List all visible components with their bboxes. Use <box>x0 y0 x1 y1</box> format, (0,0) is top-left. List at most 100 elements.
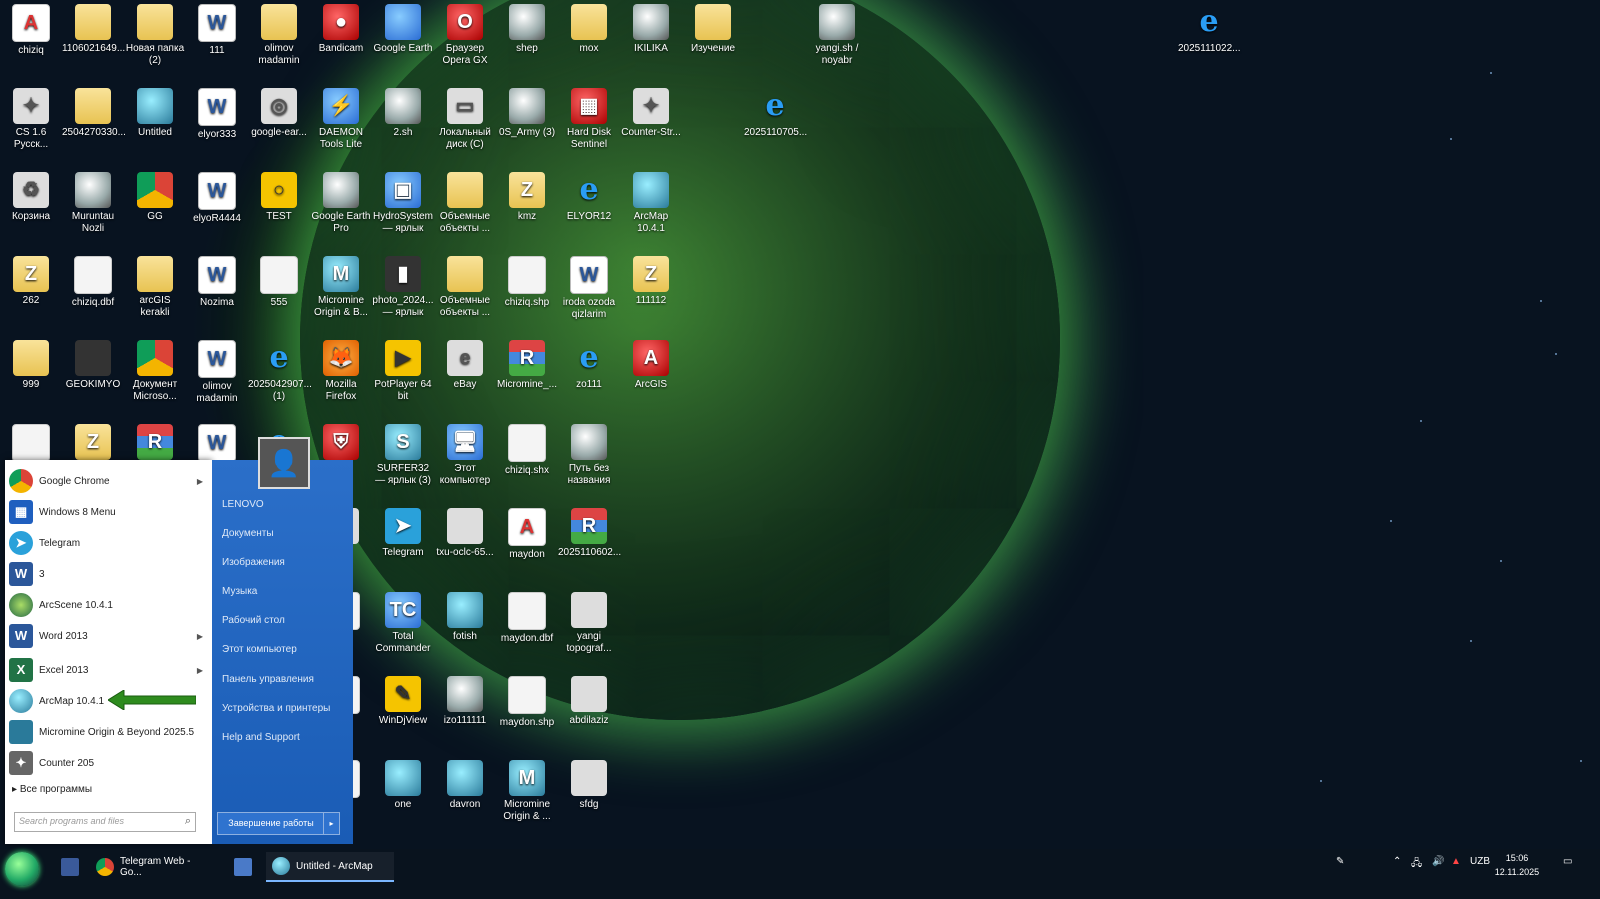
desktop-icon[interactable]: Untitled <box>124 88 186 139</box>
desktop-icon[interactable]: ● Bandicam <box>310 4 372 55</box>
desktop-icon[interactable]: 2504270330... <box>62 88 126 139</box>
desktop-icon[interactable]: Google Earth Pro <box>310 172 372 235</box>
desktop-icon[interactable]: A ArcGIS <box>620 340 682 391</box>
taskbar-pinned-save-icon[interactable] <box>55 852 83 882</box>
desktop-icon[interactable]: GEOKIMYO <box>62 340 124 391</box>
start-menu-item[interactable]: W Word 2013 ▶ <box>9 622 209 650</box>
start-menu-item[interactable]: ➤ Telegram <box>9 529 209 557</box>
desktop-icon[interactable]: W <box>186 424 248 465</box>
desktop-icon[interactable]: ✦ CS 1.6 Русск... <box>0 88 62 151</box>
desktop-icon[interactable]: S SURFER32 — ярлык (3) <box>372 424 434 487</box>
desktop-icon[interactable]: 2.sh <box>372 88 434 139</box>
desktop-icon[interactable]: ◎ google-ear... <box>248 88 310 139</box>
desktop-icon[interactable]: Google Earth <box>372 4 434 55</box>
desktop-icon[interactable]: ✦ Counter-Str... <box>620 88 682 139</box>
start-menu-item[interactable]: Google Chrome ▶ <box>9 467 209 495</box>
desktop-icon[interactable] <box>0 424 62 465</box>
start-button[interactable] <box>5 852 39 886</box>
start-menu-place-link[interactable]: Этот компьютер <box>222 644 297 655</box>
desktop-icon[interactable]: ▦ Hard Disk Sentinel <box>558 88 620 151</box>
start-menu-item[interactable]: ✦ Counter 205 <box>9 749 209 777</box>
start-menu-place-link[interactable]: Музыка <box>222 586 257 597</box>
notifications-icon[interactable]: ▭ <box>1563 856 1572 867</box>
desktop-icon[interactable]: Объемные объекты ... <box>434 256 496 319</box>
start-menu-place-link[interactable]: Рабочий стол <box>222 615 285 626</box>
desktop-icon[interactable]: shер <box>496 4 558 55</box>
desktop-icon[interactable]: yangi topograf... <box>558 592 620 655</box>
desktop-icon[interactable]: Z 111112 <box>620 256 682 307</box>
desktop-icon[interactable]: Изучение <box>682 4 744 55</box>
desktop-icon[interactable]: sfdg <box>558 760 620 811</box>
desktop-icon[interactable]: Новая папка (2) <box>124 4 186 67</box>
desktop-icon[interactable]: 🦊 Mozilla Firefox <box>310 340 372 403</box>
desktop-icon[interactable]: ArcMap 10.4.1 <box>620 172 682 235</box>
shutdown-button[interactable]: Завершение работы <box>217 812 325 835</box>
all-programs-link[interactable]: ▸ Все программы <box>12 784 92 795</box>
desktop-icon[interactable]: ○ TEST <box>248 172 310 223</box>
desktop-icon[interactable]: IKILIKA <box>620 4 682 55</box>
desktop-icon[interactable]: Z 262 <box>0 256 62 307</box>
desktop-icon[interactable]: ▭ Локальный диск (C) <box>434 88 496 151</box>
desktop-icon[interactable]: Z <box>62 424 124 463</box>
start-menu-place-link[interactable]: Документы <box>222 528 274 539</box>
submenu-arrow-icon[interactable]: ▶ <box>197 632 203 641</box>
start-menu-item[interactable]: W3 <box>9 560 209 588</box>
desktop-icon[interactable]: Путь без названия <box>558 424 620 487</box>
desktop-icon[interactable]: e zo111 <box>558 340 620 391</box>
desktop-icon[interactable]: yangi.sh / noyabr <box>806 4 868 67</box>
desktop-icon[interactable]: 1106021649... <box>62 4 125 55</box>
network-icon[interactable]: 🖧 <box>1411 856 1422 873</box>
desktop-icon[interactable]: ⚡ DAEMON Tools Lite <box>310 88 372 151</box>
start-menu-item[interactable]: X Excel 2013 ▶ <box>9 656 209 684</box>
desktop-icon[interactable]: maydon.shp <box>496 676 558 729</box>
desktop-icon[interactable]: TC Total Commander <box>372 592 434 655</box>
taskbar-button-window[interactable] <box>228 852 256 882</box>
desktop-icon[interactable]: R 2025110602... <box>558 508 621 559</box>
pen-icon[interactable]: ✎ <box>1336 856 1344 867</box>
desktop-icon[interactable]: 555 <box>248 256 310 309</box>
language-indicator[interactable]: UZB <box>1470 856 1490 867</box>
desktop-icon[interactable]: fotish <box>434 592 496 643</box>
start-menu-place-link[interactable]: Панель управления <box>222 674 314 685</box>
submenu-arrow-icon[interactable]: ▶ <box>197 477 203 486</box>
desktop-icon[interactable]: M Micromine Origin & ... <box>496 760 558 823</box>
desktop-icon[interactable]: e 2025111022... <box>1178 4 1240 55</box>
desktop-icon[interactable]: W Nozima <box>186 256 248 309</box>
desktop-icon[interactable]: e eBay <box>434 340 496 391</box>
desktop-icon[interactable]: davron <box>434 760 496 811</box>
desktop-icon[interactable]: arcGIS kerakli <box>124 256 186 319</box>
start-menu-item[interactable]: Micromine Origin & Beyond 2025.5 <box>9 718 209 746</box>
desktop-icon[interactable]: maydon.dbf <box>496 592 558 645</box>
desktop-icon[interactable]: e 2025042907... (1) <box>248 340 312 403</box>
start-menu-place-link[interactable]: Help and Support <box>222 732 300 743</box>
desktop-icon[interactable]: ✎ WinDjView <box>372 676 434 727</box>
desktop-icon[interactable]: chiziq.shp <box>496 256 558 309</box>
desktop-icon[interactable]: one <box>372 760 434 811</box>
desktop-icon[interactable]: e ELYOR12 <box>558 172 620 223</box>
user-avatar[interactable]: 👤 <box>258 437 310 489</box>
desktop-icon[interactable]: ♻ Корзина <box>0 172 62 223</box>
desktop-icon[interactable]: Welyor333 <box>186 88 248 141</box>
desktop-icon[interactable]: 999 <box>0 340 62 391</box>
start-menu-place-link[interactable]: Изображения <box>222 557 285 568</box>
start-menu-item[interactable]: ArcScene 10.4.1 <box>9 591 209 619</box>
desktop-icon[interactable]: 0S_Army (3) <box>496 88 558 139</box>
desktop-icon[interactable]: GG <box>124 172 186 223</box>
desktop-icon[interactable]: Achiziq <box>0 4 62 57</box>
desktop-icon[interactable]: ▮ photo_2024... — ярлык <box>372 256 434 319</box>
desktop-icon[interactable]: M Micromine Origin & B... <box>310 256 372 319</box>
desktop-icon[interactable]: R Micromine_... <box>496 340 558 391</box>
desktop-icon[interactable]: Wiroda ozoda qizlarim <box>558 256 620 321</box>
desktop-icon[interactable]: ▶ PotPlayer 64 bit <box>372 340 434 403</box>
desktop-icon[interactable]: Amaydon <box>496 508 558 561</box>
desktop-icon[interactable]: ▣ HydroSystem — ярлык <box>372 172 434 235</box>
desktop-icon[interactable]: O Браузер Opera GX <box>434 4 496 67</box>
shutdown-options-arrow[interactable]: ▸ <box>323 812 340 835</box>
desktop-icon[interactable]: abdilaziz <box>558 676 620 727</box>
submenu-arrow-icon[interactable]: ▶ <box>197 666 203 675</box>
taskbar-button-chrome[interactable]: Telegram Web - Go... <box>90 852 218 882</box>
volume-icon[interactable]: 🔊 <box>1432 856 1444 867</box>
start-search-input[interactable]: Search programs and files ⌕ <box>14 812 196 832</box>
desktop-icon[interactable]: Объемные объекты ... <box>434 172 496 235</box>
desktop-icon[interactable]: 🖥 Этот компьютер <box>434 424 496 487</box>
